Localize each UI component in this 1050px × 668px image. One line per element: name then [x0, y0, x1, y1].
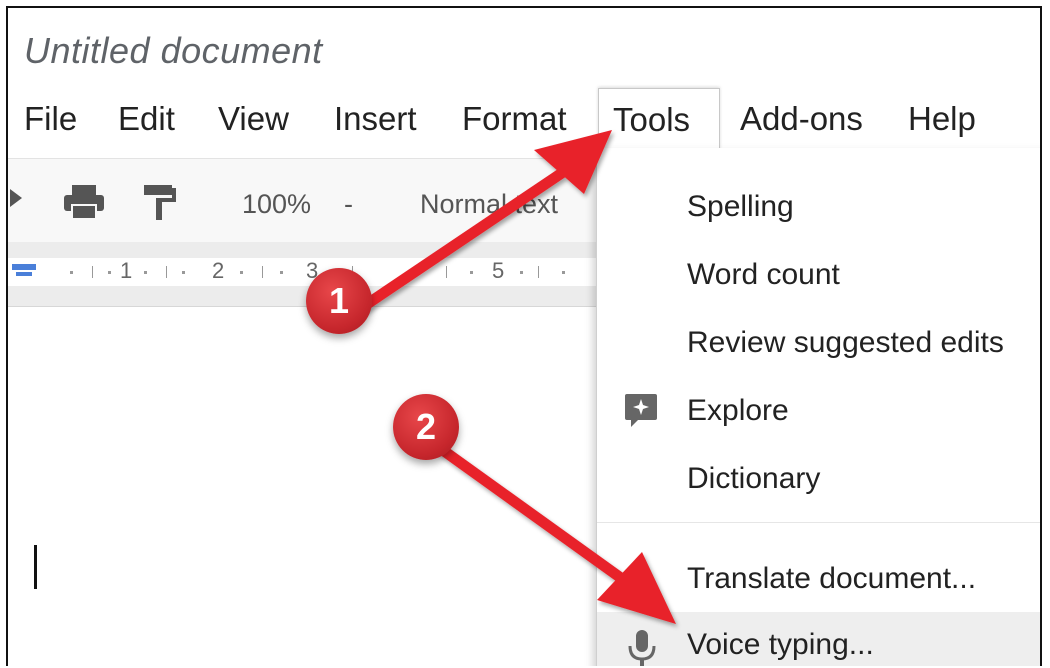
ruler-mark — [538, 266, 539, 278]
zoom-value[interactable]: 100% — [242, 189, 311, 220]
menu-item-explore[interactable]: Explore — [597, 378, 1040, 444]
menu-item-word-count[interactable]: Word count — [597, 242, 1040, 308]
explore-icon — [623, 392, 659, 436]
menu-addons[interactable]: Add-ons — [740, 88, 863, 150]
menu-view[interactable]: View — [218, 88, 289, 150]
menu-item-voice-typing[interactable]: Voice typing... — [597, 612, 1040, 666]
menu-item-label: Translate document... — [687, 562, 977, 595]
menu-item-label: Explore — [687, 394, 789, 427]
menu-file[interactable]: File — [24, 88, 77, 150]
ruler-mark — [280, 271, 283, 274]
ruler-mark — [70, 271, 73, 274]
ruler-mark — [166, 266, 167, 278]
ruler-mark — [446, 266, 447, 278]
document-title[interactable]: Untitled document — [24, 30, 323, 72]
ruler-mark — [262, 266, 263, 278]
step-badge-1: 1 — [306, 268, 372, 334]
menu-item-label: Review suggested edits — [687, 326, 1004, 359]
menu-item-translate-document[interactable]: Translate document... — [597, 546, 1040, 612]
ruler-mark — [144, 271, 147, 274]
menu-separator — [597, 522, 1040, 523]
menu-item-label: Word count — [687, 258, 840, 291]
ruler-number: 1 — [120, 258, 133, 283]
menu-edit[interactable]: Edit — [118, 88, 175, 150]
google-docs-window: Untitled document File Edit View Insert … — [6, 6, 1042, 666]
step-badge-2: 2 — [393, 394, 459, 460]
ruler-number: 2 — [212, 258, 225, 283]
redo-icon[interactable] — [8, 183, 28, 218]
paragraph-style-select[interactable]: Normal text — [420, 189, 558, 220]
menu-item-label: Voice typing... — [687, 628, 874, 661]
menu-item-review-suggested-edits[interactable]: Review suggested edits — [597, 310, 1040, 376]
zoom-dropdown-arrow[interactable]: - — [344, 189, 353, 220]
ruler-mark — [108, 271, 111, 274]
ruler-mark — [520, 271, 523, 274]
menu-help[interactable]: Help — [908, 88, 976, 150]
menu-item-spelling[interactable]: Spelling — [597, 174, 1040, 240]
print-icon[interactable] — [62, 183, 106, 226]
ruler-mark — [240, 271, 243, 274]
menu-format[interactable]: Format — [462, 88, 567, 150]
ruler-mark — [470, 271, 473, 274]
menu-tools[interactable]: Tools — [598, 88, 720, 151]
ruler-number: 5 — [492, 258, 505, 283]
text-cursor — [34, 545, 37, 589]
paint-format-icon[interactable] — [142, 183, 178, 226]
indent-marker-icon[interactable] — [12, 262, 38, 285]
ruler-mark — [562, 271, 565, 274]
menu-item-dictionary[interactable]: Dictionary — [597, 446, 1040, 512]
microphone-icon — [627, 628, 657, 666]
menu-bar: File Edit View Insert Format Tools Add-o… — [8, 88, 1040, 152]
tools-dropdown-menu: Spelling Word count Review suggested edi… — [596, 148, 1040, 666]
menu-item-label: Spelling — [687, 190, 794, 223]
ruler-mark — [182, 271, 185, 274]
menu-item-label: Dictionary — [687, 462, 821, 495]
ruler-mark — [92, 266, 93, 278]
menu-insert[interactable]: Insert — [334, 88, 417, 150]
